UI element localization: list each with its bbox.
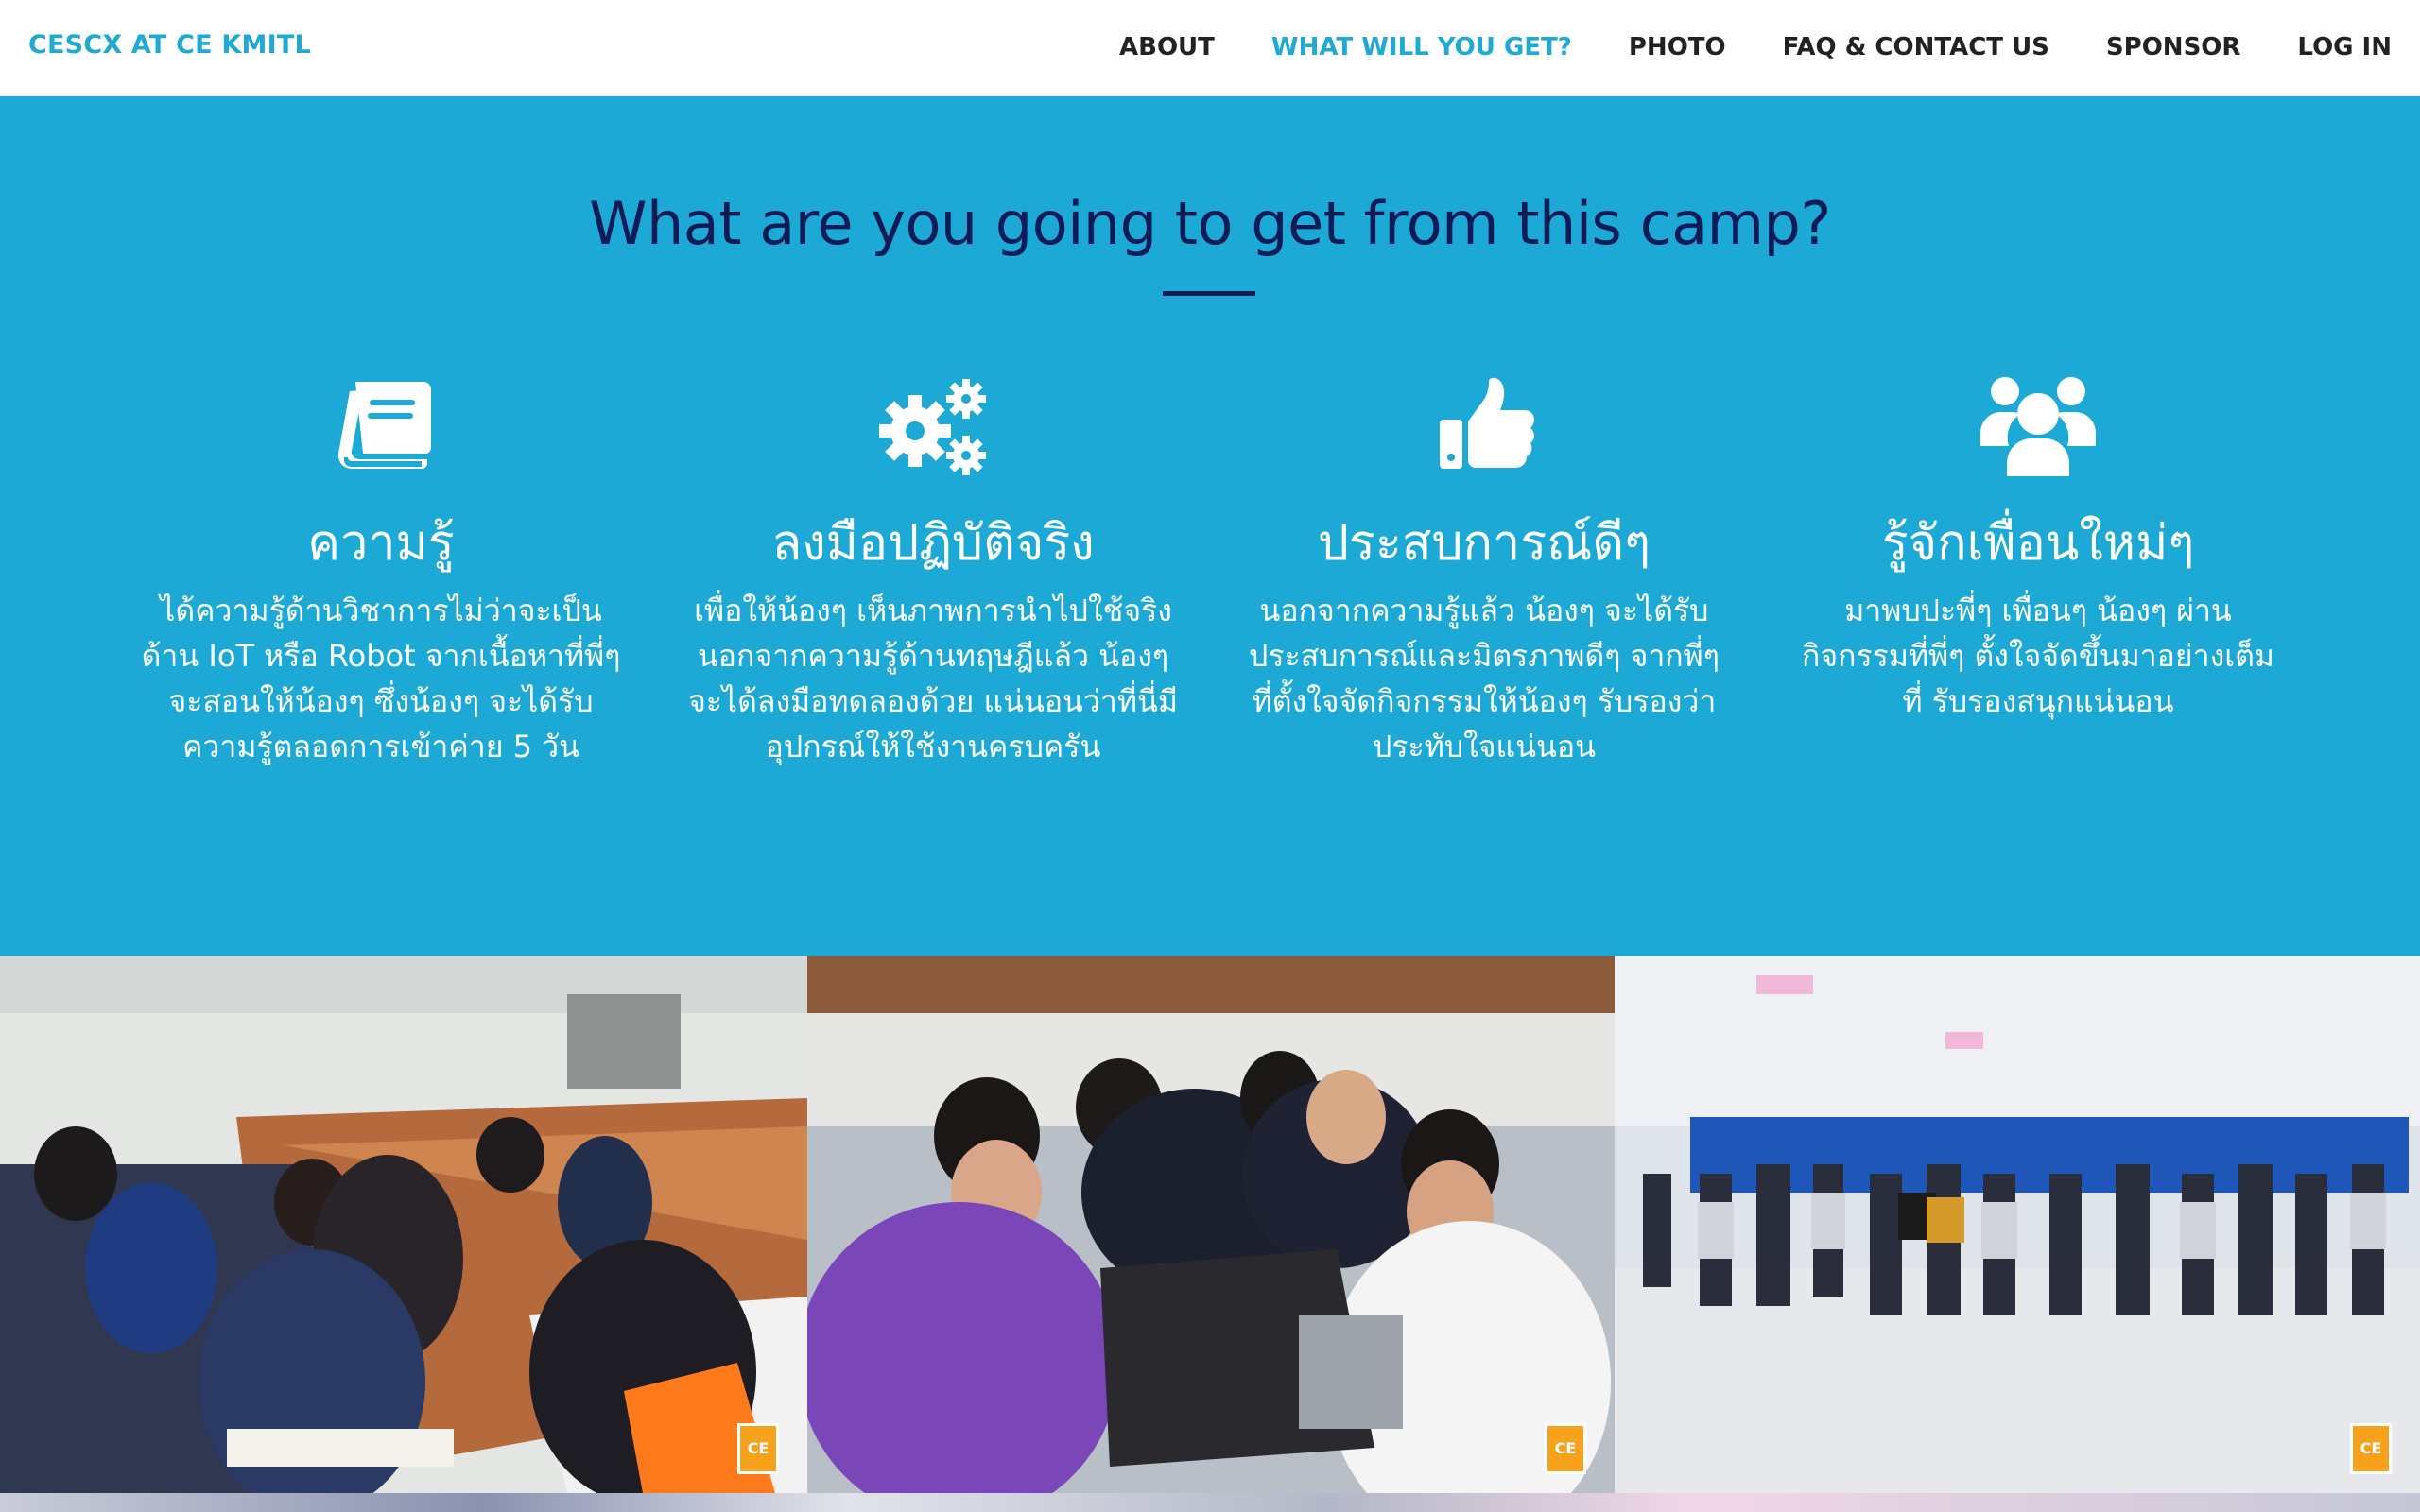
users-icon xyxy=(1980,377,2096,476)
gears-icon xyxy=(879,379,986,475)
ce-logo-badge: CE xyxy=(2350,1423,2392,1474)
book-icon xyxy=(337,382,431,470)
feature-experience: ประสบการณ์ดีๆ นอกจากความรู้แล้ว น้องๆ จะ… xyxy=(1234,370,1735,769)
activity-photo-image xyxy=(1615,956,2420,1493)
camp-photo-activity[interactable]: CE xyxy=(1615,956,2420,1493)
feature-title: ความรู้ xyxy=(307,515,455,572)
top-navbar: CESCX AT CE KMITL ABOUT WHAT WILL YOU GE… xyxy=(0,0,2420,96)
feature-title: รู้จักเพื่อนใหม่ๆ xyxy=(1881,515,2195,572)
main-nav: ABOUT WHAT WILL YOU GET? PHOTO FAQ & CON… xyxy=(1119,0,2392,94)
nav-sponsor[interactable]: SPONSOR xyxy=(2106,33,2241,61)
feature-desc: เพื่อให้น้องๆ เห็นภาพการนำไปใช้จริง นอกจ… xyxy=(688,593,1178,765)
thumbs-up-icon xyxy=(1440,377,1534,469)
title-divider xyxy=(1163,291,1255,296)
feature-desc: นอกจากความรู้แล้ว น้องๆ จะได้รับประสบการ… xyxy=(1249,593,1720,765)
camp-photo-classroom[interactable]: CE xyxy=(0,956,807,1493)
feature-hands-on: ลงมือปฏิบัติจริง เพื่อให้น้องๆ เห็นภาพกา… xyxy=(683,370,1184,769)
ce-logo-badge: CE xyxy=(737,1423,779,1474)
feature-new-friends: รู้จักเพื่อนใหม่ๆ มาพบปะพี่ๆ เพื่อนๆ น้อ… xyxy=(1788,370,2289,724)
group-photo-image xyxy=(807,956,1615,1493)
feature-title: ลงมือปฏิบัติจริง xyxy=(771,515,1095,572)
nav-what-will-you-get[interactable]: WHAT WILL YOU GET? xyxy=(1271,33,1572,61)
feature-title: ประสบการณ์ดีๆ xyxy=(1317,515,1651,572)
classroom-photo-image xyxy=(0,956,807,1493)
next-photo-row-preview xyxy=(0,1493,2420,1512)
camp-photo-group[interactable]: CE xyxy=(807,956,1615,1493)
nav-about[interactable]: ABOUT xyxy=(1119,33,1215,61)
nav-faq-contact[interactable]: FAQ & CONTACT US xyxy=(1783,33,2049,61)
nav-photo[interactable]: PHOTO xyxy=(1629,33,1726,61)
brand-link[interactable]: CESCX AT CE KMITL xyxy=(28,30,311,60)
nav-login[interactable]: LOG IN xyxy=(2297,33,2392,61)
feature-knowledge: ความรู้ ได้ความรู้ด้านวิชาการไม่ว่าจะเป็… xyxy=(130,370,631,769)
feature-desc: ได้ความรู้ด้านวิชาการไม่ว่าจะเป็นด้าน Io… xyxy=(141,593,621,765)
features-section: What are you going to get from this camp… xyxy=(0,96,2420,956)
ce-logo-badge: CE xyxy=(1545,1423,1586,1474)
section-title: What are you going to get from this camp… xyxy=(589,189,1831,258)
feature-desc: มาพบปะพี่ๆ เพื่อนๆ น้องๆ ผ่านกิจกรรมที่พ… xyxy=(1801,593,2274,719)
